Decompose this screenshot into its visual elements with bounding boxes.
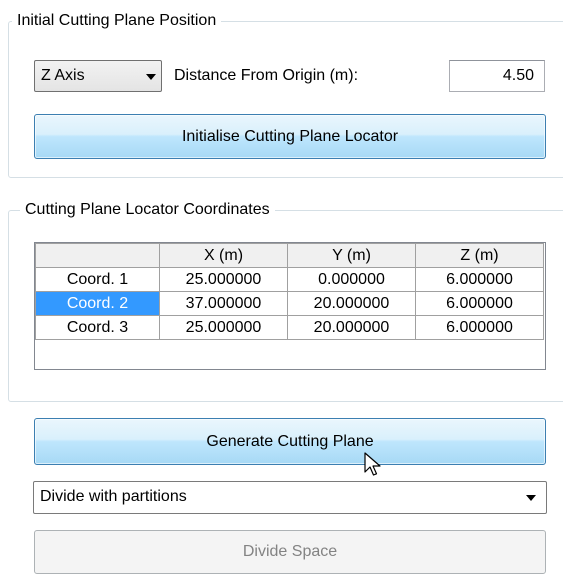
mouse-pointer-icon — [364, 452, 381, 476]
table-row[interactable]: Coord. 1 25.000000 0.000000 6.000000 — [35, 267, 544, 292]
table-row[interactable]: Coord. 2 37.000000 20.000000 6.000000 — [35, 291, 544, 316]
divide-space-button[interactable]: Divide Space — [34, 530, 546, 574]
locator-coords-group-title: Cutting Plane Locator Coordinates — [20, 200, 275, 220]
cell-x[interactable]: 37.000000 — [159, 291, 288, 316]
cell-z[interactable]: 6.000000 — [415, 267, 544, 292]
coords-table: X (m) Y (m) Z (m) Coord. 1 25.000000 0.0… — [35, 243, 544, 340]
initial-position-group-title: Initial Cutting Plane Position — [12, 11, 222, 31]
coords-grid[interactable]: X (m) Y (m) Z (m) Coord. 1 25.000000 0.0… — [34, 242, 546, 370]
axis-select[interactable]: Z Axis — [34, 60, 162, 92]
column-header-z[interactable]: Z (m) — [415, 243, 544, 268]
distance-label: Distance From Origin (m): — [174, 67, 359, 84]
cell-y[interactable]: 20.000000 — [287, 315, 416, 340]
distance-input[interactable]: 4.50 — [449, 60, 545, 92]
row-header-selected[interactable]: Coord. 2 — [35, 291, 160, 316]
chevron-down-icon — [526, 495, 536, 501]
cell-x[interactable]: 25.000000 — [159, 267, 288, 292]
cell-y[interactable]: 0.000000 — [287, 267, 416, 292]
row-header[interactable]: Coord. 1 — [35, 267, 160, 292]
divide-mode-select-value: Divide with partitions — [40, 488, 187, 505]
row-header[interactable]: Coord. 3 — [35, 315, 160, 340]
cell-z[interactable]: 6.000000 — [415, 315, 544, 340]
cell-z[interactable]: 6.000000 — [415, 291, 544, 316]
chevron-down-icon — [146, 74, 156, 80]
initialise-locator-button[interactable]: Initialise Cutting Plane Locator — [34, 114, 546, 159]
corner-header — [35, 243, 160, 268]
axis-select-value: Z Axis — [41, 67, 85, 84]
table-row[interactable]: Coord. 3 25.000000 20.000000 6.000000 — [35, 315, 544, 340]
generate-cutting-plane-button[interactable]: Generate Cutting Plane — [34, 418, 546, 465]
cell-y[interactable]: 20.000000 — [287, 291, 416, 316]
cell-x[interactable]: 25.000000 — [159, 315, 288, 340]
column-header-x[interactable]: X (m) — [159, 243, 288, 268]
coords-header-row: X (m) Y (m) Z (m) — [35, 243, 544, 268]
divide-mode-select[interactable]: Divide with partitions — [33, 481, 547, 514]
column-header-y[interactable]: Y (m) — [287, 243, 416, 268]
